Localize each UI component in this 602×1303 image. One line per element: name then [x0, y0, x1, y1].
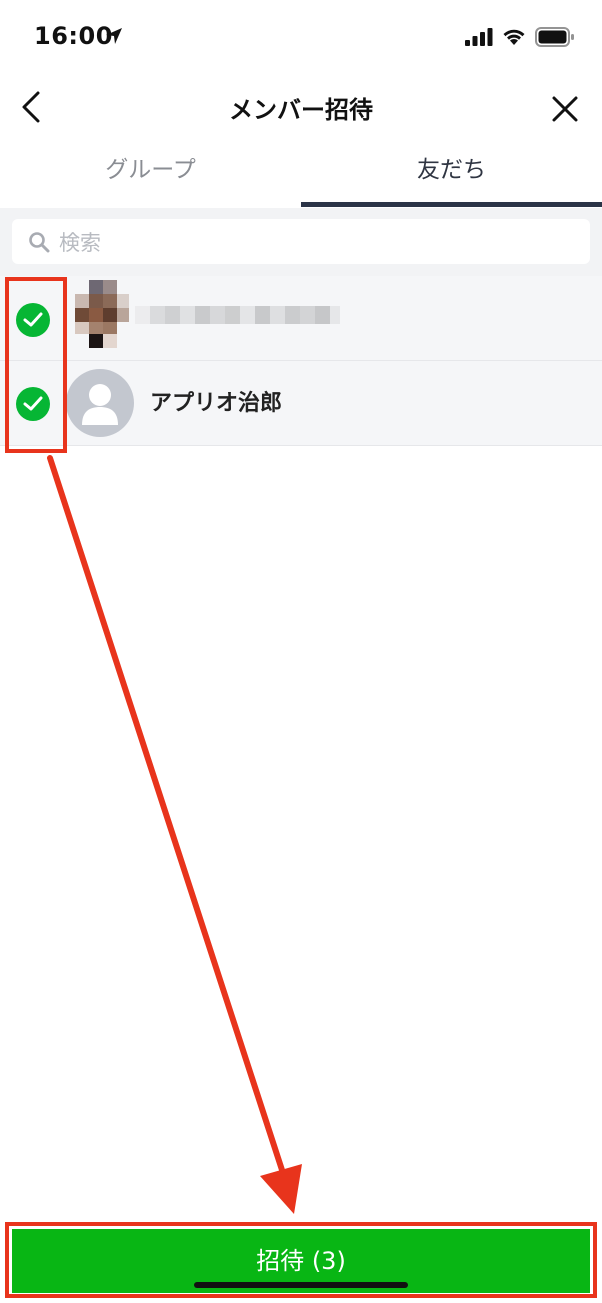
annotation-arrow [47, 455, 302, 1214]
home-indicator [194, 1282, 408, 1288]
